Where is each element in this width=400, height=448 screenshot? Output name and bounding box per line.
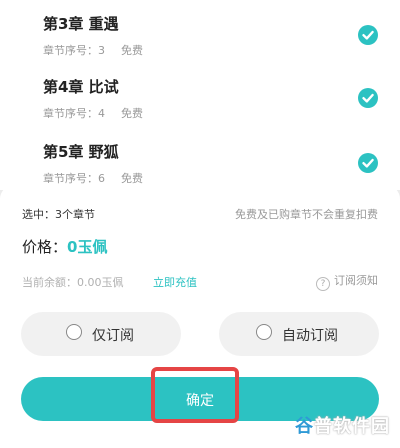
chapter-meta: 章节序号：3 免费 (43, 42, 143, 58)
subscribe-once-option[interactable]: 仅订阅 (21, 312, 181, 356)
highlight-box (151, 367, 239, 423)
chapter-item[interactable]: 第3章 重遇 章节序号：3 免费 (0, 13, 400, 77)
chapter-number: 章节序号：6 (43, 172, 105, 185)
chapter-meta: 章节序号：6 免费 (43, 170, 143, 186)
question-icon: ? (316, 277, 330, 291)
chapter-item[interactable]: 第4章 比试 章节序号：4 免费 (0, 76, 400, 140)
price-label: 价格： (22, 238, 68, 256)
chapter-price: 免费 (121, 107, 143, 120)
subscription-notice-link[interactable]: ? 订阅须知 (316, 272, 378, 291)
chapter-title: 第5章 野狐 (43, 143, 119, 161)
check-icon[interactable] (358, 88, 378, 108)
chapter-number: 章节序号：4 (43, 107, 105, 120)
price-row: 价格：0玉佩 (22, 236, 107, 257)
chapter-price: 免费 (121, 44, 143, 57)
auto-subscribe-label: 自动订阅 (282, 328, 338, 344)
check-icon[interactable] (358, 25, 378, 45)
balance-text: 当前余额：0.00玉佩 (22, 276, 124, 289)
selected-count: 选中：3个章节 (22, 208, 95, 221)
chapter-title: 第4章 比试 (43, 78, 119, 96)
recharge-link[interactable]: 立即充值 (153, 274, 197, 290)
no-double-charge-note: 免费及已购章节不会重复扣费 (235, 208, 378, 221)
auto-subscribe-option[interactable]: 自动订阅 (219, 312, 379, 356)
chapter-title: 第3章 重遇 (43, 15, 119, 33)
check-icon[interactable] (358, 153, 378, 173)
chapter-list: 第3章 重遇 章节序号：3 免费 第4章 比试 章节序号：4 免费 第5章 野狐 章… (0, 0, 400, 190)
radio-icon[interactable] (256, 324, 272, 340)
price-value: 0玉佩 (67, 238, 108, 256)
notice-label: 订阅须知 (334, 274, 378, 287)
chapter-price: 免费 (121, 172, 143, 185)
subscribe-sheet: 选中：3个章节 免费及已购章节不会重复扣费 价格：0玉佩 当前余额：0.00玉佩… (0, 185, 400, 448)
chapter-number: 章节序号：3 (43, 44, 105, 57)
chapter-meta: 章节序号：4 免费 (43, 105, 143, 121)
watermark: 谷普软件园 (295, 416, 390, 437)
radio-icon[interactable] (66, 324, 82, 340)
subscribe-once-label: 仅订阅 (92, 328, 134, 344)
